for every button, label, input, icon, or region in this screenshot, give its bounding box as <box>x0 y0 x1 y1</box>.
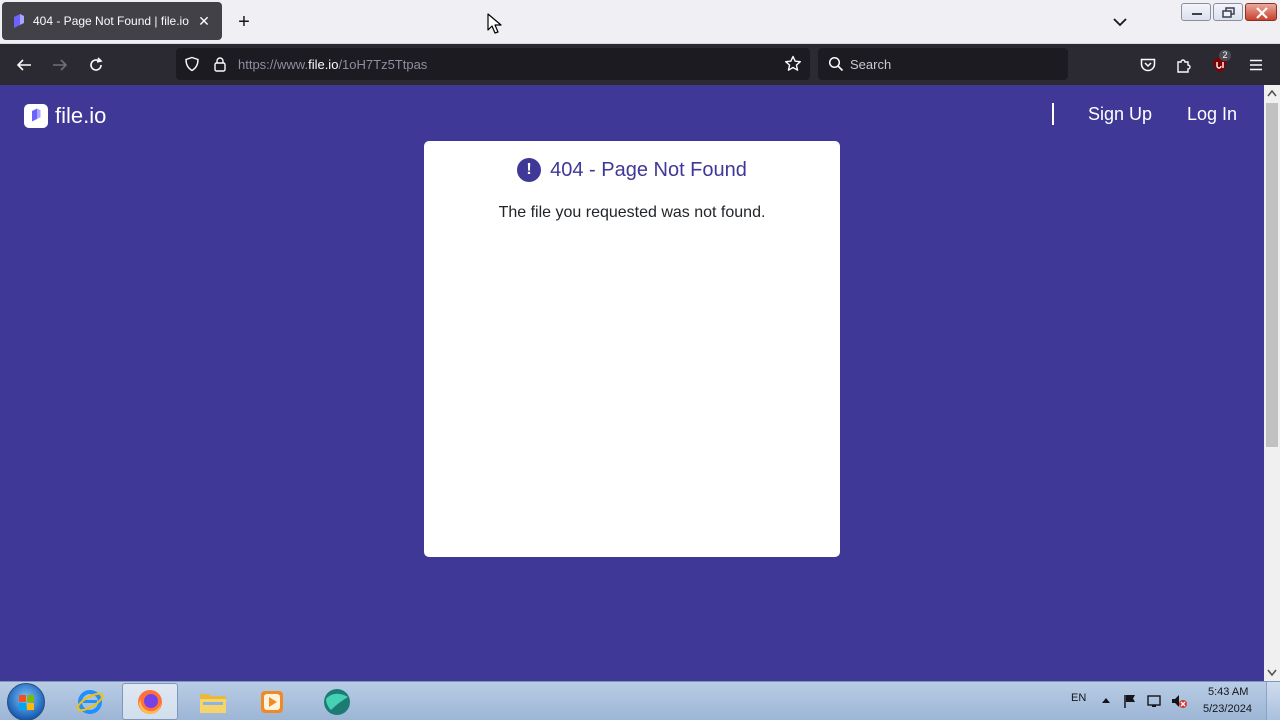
window-restore-button[interactable] <box>1213 3 1243 21</box>
language-indicator[interactable]: EN <box>1071 692 1086 704</box>
back-button[interactable] <box>13 54 35 76</box>
mouse-cursor-icon <box>487 13 502 34</box>
tab-close-icon[interactable]: ✕ <box>196 13 212 29</box>
pocket-button[interactable] <box>1137 54 1159 76</box>
internet-explorer-icon <box>76 689 104 714</box>
network-icon[interactable] <box>1146 693 1164 709</box>
url-bar[interactable]: https://www.file.io/1oH7Tz5Ttpas <box>176 48 810 80</box>
navigation-toolbar: https://www.file.io/1oH7Tz5Ttpas Search <box>0 44 1280 85</box>
search-icon <box>828 56 844 72</box>
taskbar-firefox[interactable] <box>122 683 178 720</box>
url-path: /1oH7Tz5Ttpas <box>338 57 428 72</box>
back-icon <box>16 59 31 71</box>
logo-text: file.io <box>55 103 107 128</box>
site-logo[interactable]: file.io <box>24 103 106 129</box>
clock-time[interactable]: 5:43 AM <box>1208 686 1248 698</box>
fileio-logo-icon <box>24 104 48 128</box>
url-text[interactable]: https://www.file.io/1oH7Tz5Ttpas <box>238 57 427 72</box>
extensions-button[interactable] <box>1173 54 1195 76</box>
firefox-icon <box>138 689 162 714</box>
scroll-down-arrow-icon[interactable] <box>1264 665 1280 681</box>
shield-icon[interactable] <box>184 56 200 72</box>
window-close-button[interactable] <box>1245 3 1277 21</box>
extensions-icon <box>1177 59 1191 73</box>
volume-muted-icon[interactable] <box>1170 693 1188 709</box>
list-all-tabs-icon[interactable] <box>1110 12 1130 32</box>
minimize-icon <box>1192 13 1202 15</box>
new-tab-button[interactable]: + <box>234 11 254 33</box>
sign-up-link[interactable]: Sign Up <box>1088 104 1152 125</box>
extension-badge: 2 <box>1219 50 1231 61</box>
page-content: file.io Sign Up Log In ! 404 - Page Not … <box>0 85 1264 681</box>
clock-date[interactable]: 5/23/2024 <box>1203 703 1252 715</box>
show-desktop-button[interactable] <box>1266 682 1280 720</box>
error-message: The file you requested was not found. <box>498 204 766 221</box>
start-button[interactable] <box>7 683 45 720</box>
scrollbar-thumb[interactable] <box>1266 103 1278 447</box>
globe-app-icon <box>324 688 350 715</box>
error-heading: ! 404 - Page Not Found <box>424 158 840 182</box>
menu-icon <box>1250 59 1262 71</box>
close-icon <box>1256 7 1268 19</box>
file-explorer-icon <box>200 693 226 713</box>
windows-taskbar: EN 5:43 AM 5/23/2024 <box>0 681 1280 720</box>
taskbar-file-explorer[interactable] <box>185 683 241 720</box>
windows-logo-icon <box>19 695 34 710</box>
error-title: 404 - Page Not Found <box>550 158 747 181</box>
action-center-flag-icon[interactable] <box>1122 693 1138 709</box>
error-card: ! 404 - Page Not Found The file you requ… <box>424 141 840 557</box>
lock-icon[interactable] <box>212 56 228 72</box>
nav-divider <box>1052 103 1054 125</box>
tab-strip: 404 - Page Not Found | file.io ✕ + <box>0 0 1280 44</box>
restore-icon <box>1222 7 1235 18</box>
tab-active[interactable]: 404 - Page Not Found | file.io ✕ <box>2 2 222 40</box>
star-icon[interactable] <box>784 55 802 73</box>
exclamation-icon: ! <box>517 158 542 182</box>
scroll-up-arrow-icon[interactable] <box>1264 85 1280 101</box>
taskbar-globe-app[interactable] <box>309 683 365 720</box>
media-player-icon <box>261 690 283 713</box>
reload-button[interactable] <box>85 54 107 76</box>
log-in-link[interactable]: Log In <box>1187 104 1237 125</box>
url-prefix: https://www. <box>238 57 309 72</box>
page-scrollbar[interactable] <box>1264 85 1280 681</box>
app-menu-button[interactable] <box>1245 54 1267 76</box>
search-input[interactable]: Search <box>850 57 891 72</box>
show-hidden-icons-icon[interactable] <box>1101 696 1111 704</box>
pocket-icon <box>1140 58 1156 72</box>
reload-icon <box>90 57 103 71</box>
tab-title: 404 - Page Not Found | file.io <box>33 14 189 28</box>
taskbar-internet-explorer[interactable] <box>62 683 118 720</box>
search-bar[interactable]: Search <box>818 48 1068 80</box>
forward-icon <box>53 59 68 71</box>
taskbar-media-player[interactable] <box>244 683 300 720</box>
url-host: file.io <box>308 57 339 72</box>
window-minimize-button[interactable] <box>1181 3 1211 21</box>
forward-button[interactable] <box>49 54 71 76</box>
fileio-favicon-icon <box>14 14 24 28</box>
